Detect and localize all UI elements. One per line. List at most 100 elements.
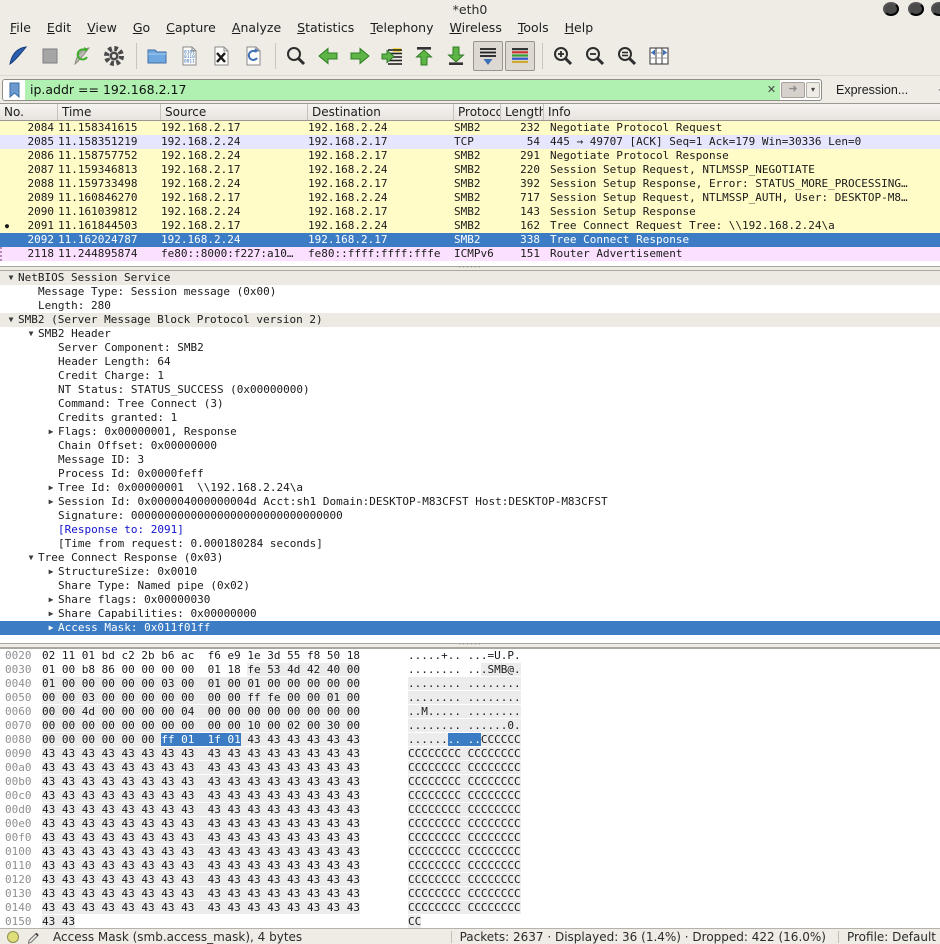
detail-row[interactable]: ▼NetBIOS Session Service [0, 271, 940, 285]
expander-icon[interactable]: ▶ [44, 565, 58, 579]
hex-row[interactable]: 006000 00 4d 00 00 00 00 04 00 00 00 00 … [0, 705, 940, 719]
hex-row[interactable]: 00a043 43 43 43 43 43 43 43 43 43 43 43 … [0, 761, 940, 775]
hex-row[interactable]: 010043 43 43 43 43 43 43 43 43 43 43 43 … [0, 845, 940, 859]
menu-item-view[interactable]: View [79, 19, 125, 37]
menu-item-file[interactable]: File [2, 19, 39, 37]
hex-row[interactable]: 011043 43 43 43 43 43 43 43 43 43 43 43 … [0, 859, 940, 873]
column-header-source[interactable]: Source [161, 104, 308, 120]
filter-clear-button[interactable]: ✕ [763, 80, 780, 100]
packet-row[interactable]: 209011.161039812192.168.2.24192.168.2.17… [0, 205, 940, 219]
capture-options-button[interactable] [99, 41, 129, 71]
detail-row[interactable]: Header Length: 64 [0, 355, 940, 369]
close-button[interactable] [931, 2, 940, 16]
go-first-packet-button[interactable] [409, 41, 439, 71]
detail-row[interactable]: ▼Tree Connect Response (0x03) [0, 551, 940, 565]
find-packet-button[interactable] [281, 41, 311, 71]
hex-row[interactable]: 015043 43CC [0, 915, 940, 929]
detail-row[interactable]: Server Component: SMB2 [0, 341, 940, 355]
expander-icon[interactable]: ▶ [44, 621, 58, 635]
column-header-info[interactable]: Info [544, 104, 940, 120]
filter-dropdown-button[interactable]: ▾ [806, 82, 820, 98]
packet-row[interactable]: 209211.162024787192.168.2.24192.168.2.17… [0, 233, 940, 247]
menu-item-go[interactable]: Go [125, 19, 158, 37]
detail-row[interactable]: ▼SMB2 Header [0, 327, 940, 341]
detail-row[interactable]: NT Status: STATUS_SUCCESS (0x00000000) [0, 383, 940, 397]
restart-capture-button[interactable] [67, 41, 97, 71]
go-forward-button[interactable] [345, 41, 375, 71]
detail-row[interactable]: Chain Offset: 0x00000000 [0, 439, 940, 453]
hex-row[interactable]: 004001 00 00 00 00 00 03 00 01 00 01 00 … [0, 677, 940, 691]
column-header-protocol[interactable]: Protocol [454, 104, 501, 120]
packet-row[interactable]: 208411.158341615192.168.2.17192.168.2.24… [0, 121, 940, 135]
detail-row[interactable]: ▶Share Capabilities: 0x00000000 [0, 607, 940, 621]
detail-row[interactable]: ▶Tree Id: 0x00000001 \\192.168.2.24\a [0, 481, 940, 495]
detail-row[interactable]: ▶Session Id: 0x000004000000004d Acct:sh1… [0, 495, 940, 509]
detail-row[interactable]: [Time from request: 0.000180284 seconds] [0, 537, 940, 551]
zoom-out-button[interactable] [580, 41, 610, 71]
hex-row[interactable]: 00b043 43 43 43 43 43 43 43 43 43 43 43 … [0, 775, 940, 789]
column-header-length[interactable]: Length [501, 104, 544, 120]
menu-item-analyze[interactable]: Analyze [224, 19, 289, 37]
display-filter-input[interactable] [25, 82, 763, 97]
packet-row[interactable]: 211811.244895874fe80::8000:f227:a10…fe80… [0, 247, 940, 261]
expander-icon[interactable]: ▼ [24, 327, 38, 341]
hex-row[interactable]: 013043 43 43 43 43 43 43 43 43 43 43 43 … [0, 887, 940, 901]
detail-row[interactable]: Message Type: Session message (0x00) [0, 285, 940, 299]
start-capture-button[interactable] [3, 41, 33, 71]
minimize-button[interactable] [883, 2, 899, 16]
go-back-button[interactable] [313, 41, 343, 71]
detail-row[interactable]: [Response to: 2091] [0, 523, 940, 537]
expander-icon[interactable]: ▼ [24, 551, 38, 565]
hex-row[interactable]: 009043 43 43 43 43 43 43 43 43 43 43 43 … [0, 747, 940, 761]
detail-row[interactable]: Credits granted: 1 [0, 411, 940, 425]
zoom-original-button[interactable] [612, 41, 642, 71]
menu-item-statistics[interactable]: Statistics [289, 19, 362, 37]
hex-row[interactable]: 002002 11 01 bd c2 2b b6 ac f6 e9 1e 3d … [0, 649, 940, 663]
go-to-packet-button[interactable] [377, 41, 407, 71]
save-file-button[interactable]: 010101100011 [174, 41, 204, 71]
packet-row[interactable]: 208711.159346813192.168.2.17192.168.2.24… [0, 163, 940, 177]
expander-icon[interactable]: ▶ [44, 607, 58, 621]
detail-row[interactable]: ▶Flags: 0x00000001, Response [0, 425, 940, 439]
hex-row[interactable]: 008000 00 00 00 00 00 ff 01 1f 01 43 43 … [0, 733, 940, 747]
expert-info-button[interactable] [6, 930, 20, 944]
colorize-packets-button[interactable] [505, 41, 535, 71]
packet-row[interactable]: 208911.160846270192.168.2.17192.168.2.24… [0, 191, 940, 205]
auto-scroll-button[interactable] [473, 41, 503, 71]
detail-row[interactable]: Credit Charge: 1 [0, 369, 940, 383]
hex-row[interactable]: 00f043 43 43 43 43 43 43 43 43 43 43 43 … [0, 831, 940, 845]
menu-item-capture[interactable]: Capture [158, 19, 224, 37]
hex-row[interactable]: 005000 00 03 00 00 00 00 00 00 00 ff fe … [0, 691, 940, 705]
filter-apply-button[interactable]: ➜ [781, 82, 805, 98]
detail-row[interactable]: ▶Share flags: 0x00000030 [0, 593, 940, 607]
expression-button[interactable]: Expression... [830, 82, 914, 98]
zoom-in-button[interactable] [548, 41, 578, 71]
close-capture-button[interactable] [206, 41, 236, 71]
filter-add-button[interactable]: + [932, 81, 940, 98]
detail-row[interactable]: Command: Tree Connect (3) [0, 397, 940, 411]
hex-row[interactable]: 00c043 43 43 43 43 43 43 43 43 43 43 43 … [0, 789, 940, 803]
packet-row[interactable]: 208611.158757752192.168.2.24192.168.2.17… [0, 149, 940, 163]
column-header-no[interactable]: No. [0, 104, 58, 120]
detail-row[interactable]: Share Type: Named pipe (0x02) [0, 579, 940, 593]
hex-row[interactable]: 003001 00 b8 86 00 00 00 00 01 18 fe 53 … [0, 663, 940, 677]
menu-item-edit[interactable]: Edit [39, 19, 79, 37]
resize-columns-button[interactable] [644, 41, 674, 71]
detail-row[interactable]: ▶Access Mask: 0x011f01ff [0, 621, 940, 635]
hex-row[interactable]: 00e043 43 43 43 43 43 43 43 43 43 43 43 … [0, 817, 940, 831]
expander-icon[interactable]: ▼ [4, 271, 18, 285]
filter-bookmark-button[interactable] [3, 80, 25, 100]
hex-row[interactable]: 00d043 43 43 43 43 43 43 43 43 43 43 43 … [0, 803, 940, 817]
detail-row[interactable]: ▼SMB2 (Server Message Block Protocol ver… [0, 313, 940, 327]
menu-item-help[interactable]: Help [557, 19, 602, 37]
packet-row[interactable]: 208811.159733498192.168.2.24192.168.2.17… [0, 177, 940, 191]
expander-icon[interactable]: ▶ [44, 425, 58, 439]
detail-row[interactable]: ▶StructureSize: 0x0010 [0, 565, 940, 579]
detail-row[interactable]: Process Id: 0x0000feff [0, 467, 940, 481]
packet-row[interactable]: 208511.158351219192.168.2.24192.168.2.17… [0, 135, 940, 149]
menu-item-tools[interactable]: Tools [510, 19, 557, 37]
expander-icon[interactable]: ▼ [4, 313, 18, 327]
column-header-destination[interactable]: Destination [308, 104, 454, 120]
hex-row[interactable]: 007000 00 00 00 00 00 00 00 00 00 10 00 … [0, 719, 940, 733]
expander-icon[interactable]: ▶ [44, 495, 58, 509]
